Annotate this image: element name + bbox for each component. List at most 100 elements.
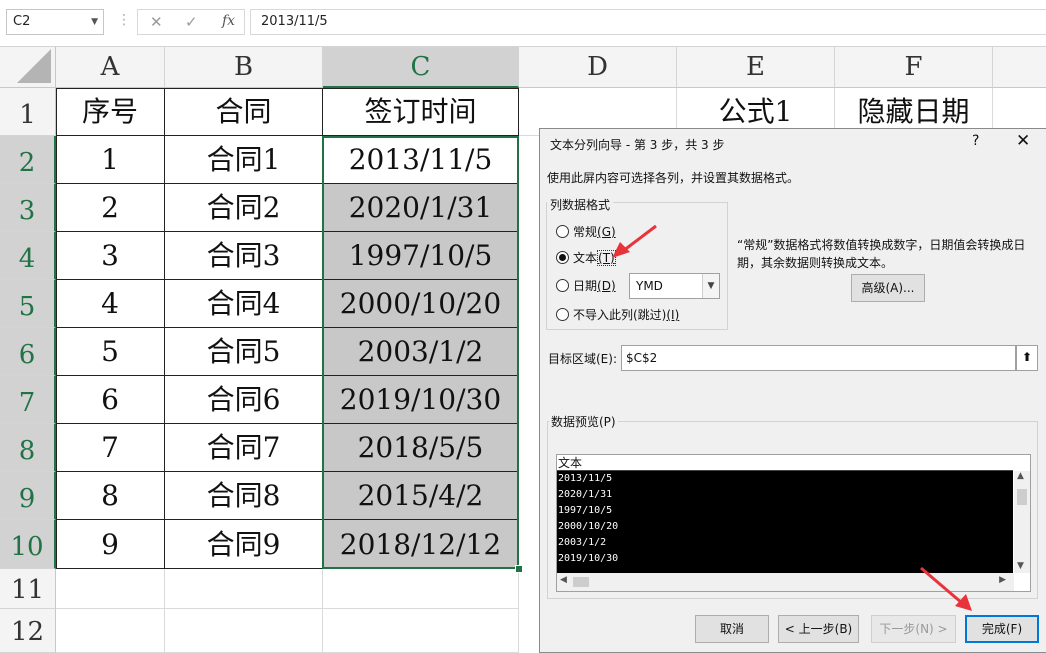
- close-icon[interactable]: ✕: [1016, 131, 1030, 151]
- cell-b5[interactable]: 合同4: [165, 280, 323, 328]
- fill-handle[interactable]: [515, 565, 523, 573]
- cell-c4[interactable]: 1997/10/5: [323, 232, 519, 280]
- radio-date[interactable]: 日期(D): [556, 277, 616, 295]
- row-header-4[interactable]: 4: [0, 232, 56, 280]
- row-header-10[interactable]: 10: [0, 520, 56, 569]
- preview-column-header[interactable]: 文本: [557, 455, 1013, 471]
- cell-a11[interactable]: [56, 569, 165, 609]
- chevron-down-icon[interactable]: ▼: [91, 10, 98, 34]
- radio-text-icon[interactable]: [556, 251, 569, 264]
- preview-row: 2003/1/2: [558, 537, 607, 548]
- radio-date-icon[interactable]: [556, 279, 569, 292]
- column-format-label: 列数据格式: [547, 196, 614, 213]
- next-button[interactable]: 下一步(N) >: [871, 615, 956, 643]
- cell-a2[interactable]: 1: [56, 136, 165, 184]
- row-header-3[interactable]: 3: [0, 184, 56, 232]
- cell-a10[interactable]: 9: [56, 520, 165, 569]
- cell-a3[interactable]: 2: [56, 184, 165, 232]
- cell-c9[interactable]: 2015/4/2: [323, 472, 519, 520]
- cell-c6[interactable]: 2003/1/2: [323, 328, 519, 376]
- cell-c10[interactable]: 2018/12/12: [323, 520, 519, 569]
- column-header-f[interactable]: F: [835, 47, 993, 88]
- preview-horizontal-scrollbar[interactable]: ◀ ▶: [557, 573, 1014, 591]
- cell-a7[interactable]: 6: [56, 376, 165, 424]
- cell-b6[interactable]: 合同5: [165, 328, 323, 376]
- cancel-icon[interactable]: ✕: [150, 13, 163, 31]
- cell-a4[interactable]: 3: [56, 232, 165, 280]
- cell-c12[interactable]: [323, 609, 519, 653]
- chevron-left-icon[interactable]: ◀: [560, 575, 567, 585]
- scrollbar-thumb[interactable]: [573, 577, 589, 587]
- advanced-button[interactable]: 高级(A)...: [851, 274, 925, 302]
- cell-a1[interactable]: 序号: [56, 88, 165, 136]
- date-format-select[interactable]: YMD ▼: [629, 273, 720, 299]
- chevron-down-icon[interactable]: ▼: [1017, 561, 1024, 571]
- cell-b12[interactable]: [165, 609, 323, 653]
- help-icon[interactable]: ?: [972, 133, 979, 149]
- cell-b9[interactable]: 合同8: [165, 472, 323, 520]
- cell-c8[interactable]: 2018/5/5: [323, 424, 519, 472]
- row-header-12[interactable]: 12: [0, 609, 56, 653]
- check-icon[interactable]: ✓: [185, 13, 198, 31]
- row-header-6[interactable]: 6: [0, 328, 56, 376]
- cell-c3[interactable]: 2020/1/31: [323, 184, 519, 232]
- radio-skip-icon[interactable]: [556, 308, 569, 321]
- radio-general-label: 常规: [573, 225, 598, 239]
- cell-c2[interactable]: 2013/11/5: [323, 136, 519, 184]
- destination-input[interactable]: $C$2: [621, 345, 1016, 371]
- cell-b7[interactable]: 合同6: [165, 376, 323, 424]
- radio-skip[interactable]: 不导入此列(跳过)(I): [556, 306, 679, 324]
- column-header-d[interactable]: D: [519, 47, 677, 88]
- cell-c5[interactable]: 2000/10/20: [323, 280, 519, 328]
- formula-input[interactable]: 2013/11/5: [250, 9, 1046, 35]
- column-header-e[interactable]: E: [677, 47, 835, 88]
- radio-general-key: (G): [597, 225, 616, 239]
- function-icon[interactable]: fx: [222, 13, 235, 29]
- cell-c11[interactable]: [323, 569, 519, 609]
- row-header-9[interactable]: 9: [0, 472, 56, 520]
- cancel-button[interactable]: 取消: [695, 615, 769, 643]
- preview-column-data[interactable]: 2013/11/5 2020/1/31 1997/10/5 2000/10/20…: [557, 471, 1013, 573]
- radio-text[interactable]: 文本(T): [556, 249, 616, 267]
- back-button[interactable]: < 上一步(B): [778, 615, 859, 643]
- name-box[interactable]: C2 ▼: [6, 9, 104, 35]
- column-header-g[interactable]: [993, 47, 1046, 88]
- cell-a5[interactable]: 4: [56, 280, 165, 328]
- chevron-up-icon[interactable]: ▲: [1017, 471, 1024, 481]
- row-header-11[interactable]: 11: [0, 569, 56, 609]
- chevron-right-icon[interactable]: ▶: [999, 575, 1006, 585]
- data-preview[interactable]: 文本 2013/11/5 2020/1/31 1997/10/5 2000/10…: [556, 454, 1031, 592]
- cell-a12[interactable]: [56, 609, 165, 653]
- row-header-1[interactable]: 1: [0, 88, 56, 136]
- radio-skip-key: (I): [666, 308, 680, 322]
- row-header-2[interactable]: 2: [0, 136, 56, 184]
- cell-b3[interactable]: 合同2: [165, 184, 323, 232]
- chevron-down-icon[interactable]: ▼: [702, 274, 719, 298]
- radio-date-label: 日期: [573, 279, 598, 293]
- select-all-button[interactable]: [0, 47, 56, 88]
- cell-a8[interactable]: 7: [56, 424, 165, 472]
- cell-a9[interactable]: 8: [56, 472, 165, 520]
- row-header-7[interactable]: 7: [0, 376, 56, 424]
- row-header-5[interactable]: 5: [0, 280, 56, 328]
- cell-b2[interactable]: 合同1: [165, 136, 323, 184]
- cell-b1[interactable]: 合同: [165, 88, 323, 136]
- cell-b10[interactable]: 合同9: [165, 520, 323, 569]
- radio-general-icon[interactable]: [556, 225, 569, 238]
- row-header-8[interactable]: 8: [0, 424, 56, 472]
- radio-general[interactable]: 常规(G): [556, 223, 616, 241]
- column-header-a[interactable]: A: [56, 47, 165, 88]
- cell-c7[interactable]: 2019/10/30: [323, 376, 519, 424]
- scrollbar-thumb[interactable]: [1017, 489, 1027, 505]
- column-header-b[interactable]: B: [165, 47, 323, 88]
- cell-b8[interactable]: 合同7: [165, 424, 323, 472]
- collapse-dialog-icon[interactable]: ⬆: [1016, 345, 1038, 371]
- cell-b4[interactable]: 合同3: [165, 232, 323, 280]
- cell-c1[interactable]: 签订时间: [323, 88, 519, 136]
- drag-handle-icon[interactable]: ⋮: [117, 12, 131, 28]
- cell-a6[interactable]: 5: [56, 328, 165, 376]
- preview-vertical-scrollbar[interactable]: ▲ ▼: [1014, 471, 1030, 573]
- finish-button[interactable]: 完成(F): [965, 615, 1039, 643]
- cell-b11[interactable]: [165, 569, 323, 609]
- column-header-c[interactable]: C: [323, 47, 519, 88]
